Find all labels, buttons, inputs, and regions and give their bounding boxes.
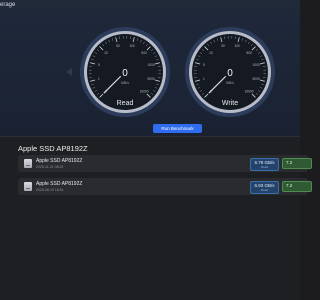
write-speed-badge: 7.2: [282, 181, 312, 192]
title-bar: erage: [0, 0, 300, 14]
write-tick-label: 1000: [253, 63, 260, 67]
write-tick-label: 500: [246, 51, 252, 55]
write-tick-label: 50: [221, 44, 225, 48]
read-tick-label: 1: [98, 77, 100, 81]
write-gauge-value: 0: [227, 68, 233, 79]
run-benchmark-button[interactable]: Run Benchmark: [153, 124, 202, 133]
read-gauge-label: Read: [117, 100, 134, 107]
read-tick-label: 5: [98, 63, 100, 67]
write-gauge: 01510501005001000500010000 0 MB/s Write: [185, 27, 275, 117]
write-speed-value: 7.2: [286, 183, 293, 188]
result-date: 2025-08-10 16:51: [36, 188, 64, 192]
gauges-area: 01510501005001000500010000 0 MB/s Read 0…: [66, 27, 275, 117]
gauge-wing-left: [66, 68, 72, 76]
write-gauge-label: Write: [222, 100, 238, 107]
write-tick-label: 10000: [245, 89, 254, 93]
drive-icon: [24, 159, 32, 168]
read-tick-label: 10: [104, 51, 108, 55]
read-gauge: 01510501005001000500010000 0 MB/s Read: [80, 27, 170, 117]
result-date: 2025-11-21 08:29: [36, 165, 64, 169]
read-tick-label: 100: [129, 44, 135, 48]
window-title: erage: [0, 2, 16, 8]
write-speed-badge: 7.2: [282, 158, 312, 169]
drive-icon: [24, 182, 32, 191]
read-gauge-value: 0: [122, 68, 128, 79]
write-tick-label: 5000: [253, 77, 260, 81]
write-tick-label: 1: [203, 77, 205, 81]
read-tick-label: 50: [116, 44, 120, 48]
read-tick-label: 500: [141, 51, 147, 55]
read-tick-label: 1000: [148, 63, 155, 67]
read-tick-label: 10000: [140, 89, 149, 93]
result-drive-name: Apple SSD AP8192Z: [36, 181, 83, 187]
read-speed-label: Read: [260, 165, 269, 169]
write-tick-label: 10: [209, 51, 213, 55]
result-row[interactable]: Apple SSD AP8192Z 2025-08-10 16:51 6.93 …: [18, 178, 312, 195]
drive-heading: Apple SSD AP8192Z: [18, 144, 88, 153]
result-drive-name: Apple SSD AP8192Z: [36, 158, 83, 164]
result-row[interactable]: Apple SSD AP8192Z 2025-11-21 08:29 5.78 …: [18, 155, 312, 172]
read-speed-label: Read: [260, 188, 269, 192]
read-tick-label: 5000: [148, 77, 155, 81]
write-tick-label: 100: [234, 44, 240, 48]
write-tick-label: 5: [203, 63, 205, 67]
read-speed-badge: 5.78 GB/s Read: [250, 158, 279, 171]
read-speed-badge: 6.93 GB/s Read: [250, 181, 279, 194]
read-gauge-unit: MB/s: [121, 81, 129, 85]
write-speed-value: 7.2: [286, 160, 293, 165]
write-gauge-unit: MB/s: [226, 81, 234, 85]
